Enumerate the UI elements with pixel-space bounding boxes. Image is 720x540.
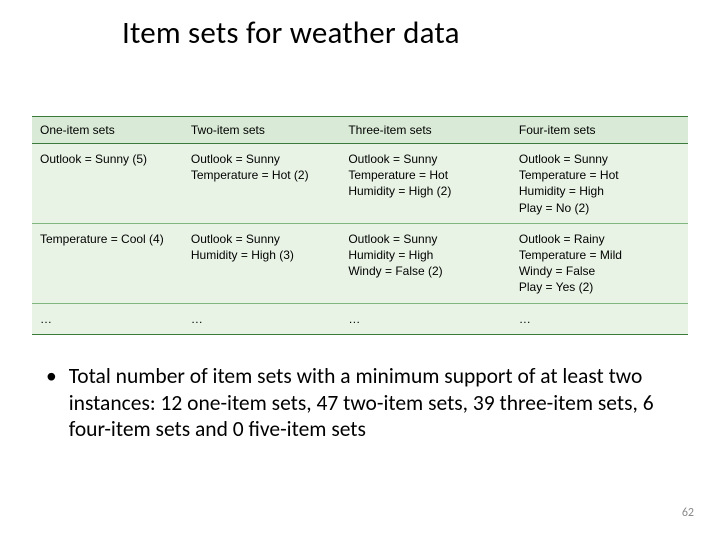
bullet-item: • Total number of item sets with a minim… bbox=[40, 363, 680, 444]
itemsets-table: One-item sets Two-item sets Three-item s… bbox=[32, 116, 688, 335]
table-row: … … … … bbox=[32, 303, 688, 334]
cell: … bbox=[32, 303, 183, 334]
cell: … bbox=[511, 303, 688, 334]
cell-line: Outlook = Rainy bbox=[519, 231, 680, 247]
cell-line: Temperature = Hot bbox=[348, 167, 503, 183]
cell-line: Windy = False bbox=[519, 263, 680, 279]
bullet-dot-icon: • bbox=[46, 363, 57, 444]
cell: Outlook = SunnyTemperature = HotHumidity… bbox=[511, 144, 688, 224]
col-header-two-item: Two-item sets bbox=[183, 117, 340, 144]
cell-line: Humidity = High bbox=[348, 247, 503, 263]
cell-line: … bbox=[191, 311, 332, 327]
cell: Outlook = Sunny (5) bbox=[32, 144, 183, 224]
cell-line: Humidity = High (2) bbox=[348, 183, 503, 199]
page-number: 62 bbox=[682, 506, 694, 520]
cell-line: Windy = False (2) bbox=[348, 263, 503, 279]
cell-line: … bbox=[519, 311, 680, 327]
cell-line: Temperature = Mild bbox=[519, 247, 680, 263]
cell-line: Temperature = Hot bbox=[519, 167, 680, 183]
slide: Item sets for weather data One-item sets… bbox=[0, 0, 720, 540]
cell: Outlook = SunnyTemperature = HotHumidity… bbox=[340, 144, 511, 224]
cell: Outlook = SunnyHumidity = High (3) bbox=[183, 223, 340, 303]
page-title: Item sets for weather data bbox=[122, 14, 688, 52]
cell-line: … bbox=[348, 311, 503, 327]
cell-line: Temperature = Cool (4) bbox=[40, 231, 175, 247]
cell-line: Humidity = High bbox=[519, 183, 680, 199]
cell: … bbox=[183, 303, 340, 334]
cell-line: Outlook = Sunny (5) bbox=[40, 151, 175, 167]
cell: Outlook = SunnyTemperature = Hot (2) bbox=[183, 144, 340, 224]
cell: Temperature = Cool (4) bbox=[32, 223, 183, 303]
table-row: Outlook = Sunny (5) Outlook = SunnyTempe… bbox=[32, 144, 688, 224]
cell-line: Play = No (2) bbox=[519, 200, 680, 216]
bullet-text: Total number of item sets with a minimum… bbox=[69, 363, 680, 444]
table-header-row: One-item sets Two-item sets Three-item s… bbox=[32, 117, 688, 144]
col-header-one-item: One-item sets bbox=[32, 117, 183, 144]
cell: … bbox=[340, 303, 511, 334]
col-header-three-item: Three-item sets bbox=[340, 117, 511, 144]
cell-line: Humidity = High (3) bbox=[191, 247, 332, 263]
table-body: Outlook = Sunny (5) Outlook = SunnyTempe… bbox=[32, 144, 688, 335]
cell-line: Play = Yes (2) bbox=[519, 279, 680, 295]
cell-line: Outlook = Sunny bbox=[191, 231, 332, 247]
col-header-four-item: Four-item sets bbox=[511, 117, 688, 144]
cell-line: Outlook = Sunny bbox=[348, 151, 503, 167]
cell: Outlook = SunnyHumidity = HighWindy = Fa… bbox=[340, 223, 511, 303]
cell-line: … bbox=[40, 311, 175, 327]
cell-line: Outlook = Sunny bbox=[191, 151, 332, 167]
cell-line: Temperature = Hot (2) bbox=[191, 167, 332, 183]
cell-line: Outlook = Sunny bbox=[348, 231, 503, 247]
cell: Outlook = RainyTemperature = MildWindy =… bbox=[511, 223, 688, 303]
cell-line: Outlook = Sunny bbox=[519, 151, 680, 167]
table-row: Temperature = Cool (4) Outlook = SunnyHu… bbox=[32, 223, 688, 303]
